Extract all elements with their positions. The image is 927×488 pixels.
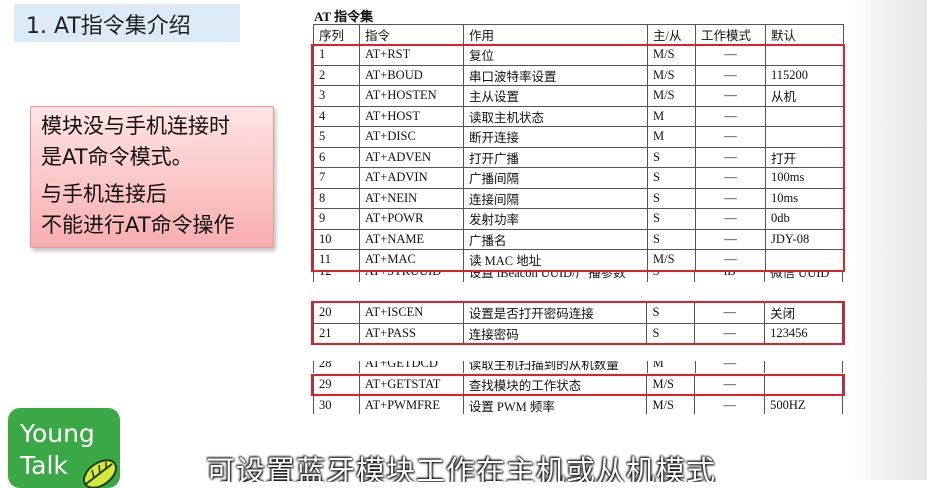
young-talk-logo: Young Talk xyxy=(8,408,120,488)
highlight-frame-rows-20-21 xyxy=(311,301,845,345)
table-cell: AT+STRUUID xyxy=(358,272,464,282)
table-row: 12AT+STRUUID设置 iBeacon UUID/广播参数SiB微信 UU… xyxy=(313,272,843,282)
table-cell: M/S xyxy=(646,394,696,414)
table-cell: iB xyxy=(694,272,766,282)
note-line: 是AT命令模式。 xyxy=(41,145,193,169)
table-cell: M xyxy=(646,361,696,373)
note-line: 不能进行AT命令操作 xyxy=(41,213,235,237)
column-header: 作用 xyxy=(463,24,648,45)
column-header: 序列 xyxy=(313,24,360,45)
table-cell: 读取主机扫描到的从机数量 xyxy=(462,361,648,373)
table-cell: — xyxy=(694,394,766,414)
table-cell: AT+PWMFRE xyxy=(358,394,464,414)
column-header: 默认 xyxy=(765,24,844,45)
table-cell: AT+GETDCD xyxy=(358,361,464,373)
column-header: 指令 xyxy=(359,24,464,45)
highlight-frame-row-29 xyxy=(311,374,845,396)
table-fragment-cut: 28 AT+GETDCD 读取主机扫描到的从机数量 M — xyxy=(313,361,843,373)
table-row: 30 AT+PWMFRE 设置 PWM 频率 M/S —500HZ xyxy=(313,394,843,414)
table-cell: 500HZ xyxy=(764,394,843,414)
table-fragment-cut: 12AT+STRUUID设置 iBeacon UUID/广播参数SiB微信 UU… xyxy=(313,272,843,282)
logo-line: Young xyxy=(20,419,95,448)
column-header: 主/从 xyxy=(647,24,696,45)
table-cell: 28 xyxy=(313,361,360,373)
note-line: 模块没与手机连接时 xyxy=(41,114,230,138)
note-callout: 模块没与手机连接时 是AT命令模式。 与手机连接后 不能进行AT命令操作 xyxy=(30,106,274,248)
leaf-icon xyxy=(82,459,118,488)
table-cell xyxy=(764,361,843,373)
video-subtitle: 可设置蓝牙模块工作在主机或从机模式 xyxy=(206,454,717,482)
column-header: 工作模式 xyxy=(695,24,766,45)
table-cell: 设置 iBeacon UUID/广播参数 xyxy=(462,272,648,282)
right-edge-shade xyxy=(852,0,927,480)
table-cell: — xyxy=(694,361,766,373)
highlight-frame-rows-1-11 xyxy=(311,44,845,272)
table-cell: S xyxy=(646,272,696,282)
note-line: 与手机连接后 xyxy=(41,182,167,206)
table-row: 28 AT+GETDCD 读取主机扫描到的从机数量 M — xyxy=(313,361,843,373)
table-cell: 设置 PWM 频率 xyxy=(462,394,648,414)
table-cell: 30 xyxy=(313,394,360,414)
slide-title: 1. AT指令集介绍 xyxy=(26,14,191,39)
bilibili-watermark-logo xyxy=(860,6,922,38)
table-cell: 12 xyxy=(313,272,360,282)
table-header-row: 序列 指令 作用 主/从 工作模式 默认 xyxy=(313,24,844,45)
table-caption: AT 指令集 xyxy=(314,9,374,24)
table-cell: 微信 UUID xyxy=(764,272,843,282)
